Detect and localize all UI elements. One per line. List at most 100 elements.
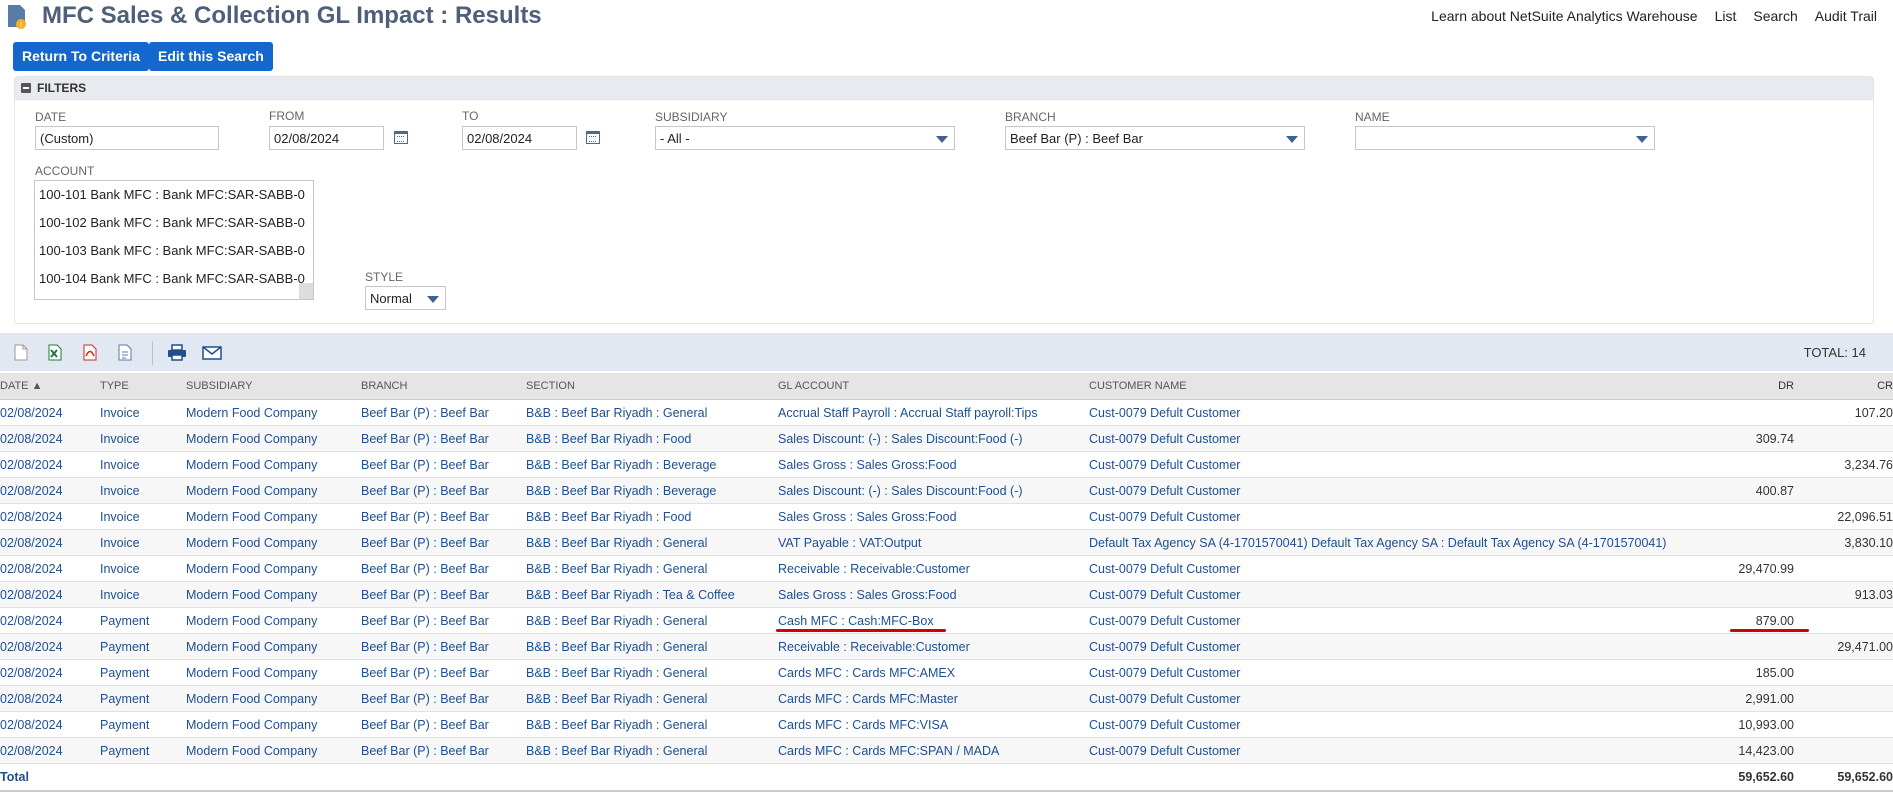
account-multiselect[interactable]: 100-101 Bank MFC : Bank MFC:SAR-SABB-0 1… [34,180,314,300]
export-report-icon[interactable] [117,344,133,361]
cell-branch[interactable]: Beef Bar (P) : Beef Bar [361,633,526,660]
table-row[interactable]: 02/08/2024 Invoice Modern Food Company Beef… [0,503,1893,530]
cell-branch[interactable]: Beef Bar (P) : Beef Bar [361,737,526,764]
cell-date[interactable]: 02/08/2024 [0,503,100,530]
cell-subsidiary[interactable]: Modern Food Company [186,659,361,686]
cell-date[interactable]: 02/08/2024 [0,425,100,452]
cell-section[interactable]: B&B : Beef Bar Riyadh : General [526,607,778,634]
cell-customer-name[interactable]: Cust-0079 Defult Customer [1089,737,1687,764]
cell-section[interactable]: B&B : Beef Bar Riyadh : General [526,633,778,660]
column-header-type[interactable]: TYPE [100,373,186,400]
cell-branch[interactable]: Beef Bar (P) : Beef Bar [361,503,526,530]
account-option[interactable]: 100-103 Bank MFC : Bank MFC:SAR-SABB-0 [35,237,313,265]
cell-gl-account[interactable]: Receivable : Receivable:Customer [778,633,1089,660]
table-row[interactable]: 02/08/2024 Payment Modern Food Company Beef… [0,711,1893,738]
link-analytics-warehouse[interactable]: Learn about NetSuite Analytics Warehouse [1431,8,1697,24]
table-row[interactable]: 02/08/2024 Payment Modern Food Company Beef… [0,607,1893,634]
cell-section[interactable]: B&B : Beef Bar Riyadh : Food [526,503,778,530]
cell-customer-name[interactable]: Cust-0079 Defult Customer [1089,633,1687,660]
cell-subsidiary[interactable]: Modern Food Company [186,711,361,738]
cell-subsidiary[interactable]: Modern Food Company [186,685,361,712]
cell-date[interactable]: 02/08/2024 [0,529,100,556]
cell-gl-account[interactable]: Cards MFC : Cards MFC:VISA [778,711,1089,738]
cell-gl-account[interactable]: Sales Discount: (-) : Sales Discount:Foo… [778,425,1089,452]
cell-branch[interactable]: Beef Bar (P) : Beef Bar [361,529,526,556]
column-header-subsidiary[interactable]: SUBSIDIARY [186,373,361,400]
export-csv-icon[interactable] [13,344,29,361]
cell-subsidiary[interactable]: Modern Food Company [186,477,361,504]
scrollbar-thumb[interactable] [299,283,313,299]
cell-gl-account[interactable]: Receivable : Receivable:Customer [778,555,1089,582]
table-row[interactable]: 02/08/2024 Invoice Modern Food Company Beef… [0,425,1893,452]
column-header-cr[interactable]: CR [1794,373,1893,400]
cell-customer-name[interactable]: Cust-0079 Defult Customer [1089,399,1687,426]
cell-date[interactable]: 02/08/2024 [0,607,100,634]
cell-branch[interactable]: Beef Bar (P) : Beef Bar [361,477,526,504]
cell-section[interactable]: B&B : Beef Bar Riyadh : Beverage [526,477,778,504]
cell-date[interactable]: 02/08/2024 [0,685,100,712]
email-icon[interactable] [202,344,222,361]
cell-customer-name[interactable]: Cust-0079 Defult Customer [1089,555,1687,582]
cell-section[interactable]: B&B : Beef Bar Riyadh : Food [526,425,778,452]
table-row[interactable]: 02/08/2024 Payment Modern Food Company Beef… [0,659,1893,686]
cell-date[interactable]: 02/08/2024 [0,477,100,504]
column-header-customer-name[interactable]: CUSTOMER NAME [1089,373,1687,400]
column-header-branch[interactable]: BRANCH [361,373,526,400]
cell-gl-account[interactable]: Sales Gross : Sales Gross:Food [778,503,1089,530]
cell-customer-name[interactable]: Cust-0079 Defult Customer [1089,607,1687,634]
table-row[interactable]: 02/08/2024 Invoice Modern Food Company Beef… [0,581,1893,608]
cell-section[interactable]: B&B : Beef Bar Riyadh : Tea & Coffee [526,581,778,608]
cell-customer-name[interactable]: Cust-0079 Defult Customer [1089,685,1687,712]
cell-branch[interactable]: Beef Bar (P) : Beef Bar [361,659,526,686]
subsidiary-select[interactable]: - All - [655,126,955,150]
cell-customer-name[interactable]: Cust-0079 Defult Customer [1089,503,1687,530]
return-to-criteria-button[interactable]: Return To Criteria [13,42,149,71]
cell-branch[interactable]: Beef Bar (P) : Beef Bar [361,607,526,634]
cell-customer-name[interactable]: Cust-0079 Defult Customer [1089,451,1687,478]
print-icon[interactable] [167,344,187,361]
column-header-dr[interactable]: DR [1687,373,1794,400]
cell-subsidiary[interactable]: Modern Food Company [186,737,361,764]
cell-customer-name[interactable]: Cust-0079 Defult Customer [1089,477,1687,504]
cell-section[interactable]: B&B : Beef Bar Riyadh : General [526,685,778,712]
cell-date[interactable]: 02/08/2024 [0,581,100,608]
cell-date[interactable]: 02/08/2024 [0,451,100,478]
table-row[interactable]: 02/08/2024 Payment Modern Food Company Beef… [0,737,1893,764]
cell-date[interactable]: 02/08/2024 [0,737,100,764]
account-option[interactable]: 100-104 Bank MFC : Bank MFC:SAR-SABB-0 [35,265,313,293]
cell-branch[interactable]: Beef Bar (P) : Beef Bar [361,555,526,582]
export-pdf-icon[interactable] [82,344,98,361]
cell-subsidiary[interactable]: Modern Food Company [186,425,361,452]
branch-select[interactable]: Beef Bar (P) : Beef Bar [1005,126,1305,150]
table-row[interactable]: 02/08/2024 Invoice Modern Food Company Beef… [0,451,1893,478]
cell-section[interactable]: B&B : Beef Bar Riyadh : General [526,737,778,764]
cell-branch[interactable]: Beef Bar (P) : Beef Bar [361,685,526,712]
cell-gl-account[interactable]: Accrual Staff Payroll : Accrual Staff pa… [778,399,1089,426]
collapse-icon[interactable] [21,83,31,93]
cell-branch[interactable]: Beef Bar (P) : Beef Bar [361,581,526,608]
column-header-gl-account[interactable]: GL ACCOUNT [778,373,1089,400]
account-option[interactable]: 100-101 Bank MFC : Bank MFC:SAR-SABB-0 [35,181,313,209]
filters-header[interactable]: FILTERS [15,77,1873,100]
cell-gl-account[interactable]: Sales Discount: (-) : Sales Discount:Foo… [778,477,1089,504]
cell-date[interactable]: 02/08/2024 [0,555,100,582]
to-date-input[interactable]: 02/08/2024 [462,126,577,150]
table-row[interactable]: 02/08/2024 Payment Modern Food Company Beef… [0,685,1893,712]
cell-subsidiary[interactable]: Modern Food Company [186,581,361,608]
cell-gl-account[interactable]: Cards MFC : Cards MFC:Master [778,685,1089,712]
table-row[interactable]: 02/08/2024 Invoice Modern Food Company Beef… [0,477,1893,504]
calendar-icon[interactable] [394,131,408,144]
cell-date[interactable]: 02/08/2024 [0,711,100,738]
cell-branch[interactable]: Beef Bar (P) : Beef Bar [361,425,526,452]
cell-gl-account[interactable]: Cards MFC : Cards MFC:SPAN / MADA [778,737,1089,764]
cell-subsidiary[interactable]: Modern Food Company [186,503,361,530]
calendar-icon[interactable] [586,131,600,144]
link-list[interactable]: List [1715,8,1737,24]
cell-subsidiary[interactable]: Modern Food Company [186,555,361,582]
cell-section[interactable]: B&B : Beef Bar Riyadh : General [526,529,778,556]
cell-section[interactable]: B&B : Beef Bar Riyadh : Beverage [526,451,778,478]
edit-search-button[interactable]: Edit this Search [149,42,273,71]
cell-gl-account[interactable]: VAT Payable : VAT:Output [778,529,1089,556]
table-row[interactable]: 02/08/2024 Invoice Modern Food Company Beef… [0,399,1893,426]
link-search[interactable]: Search [1753,8,1797,24]
